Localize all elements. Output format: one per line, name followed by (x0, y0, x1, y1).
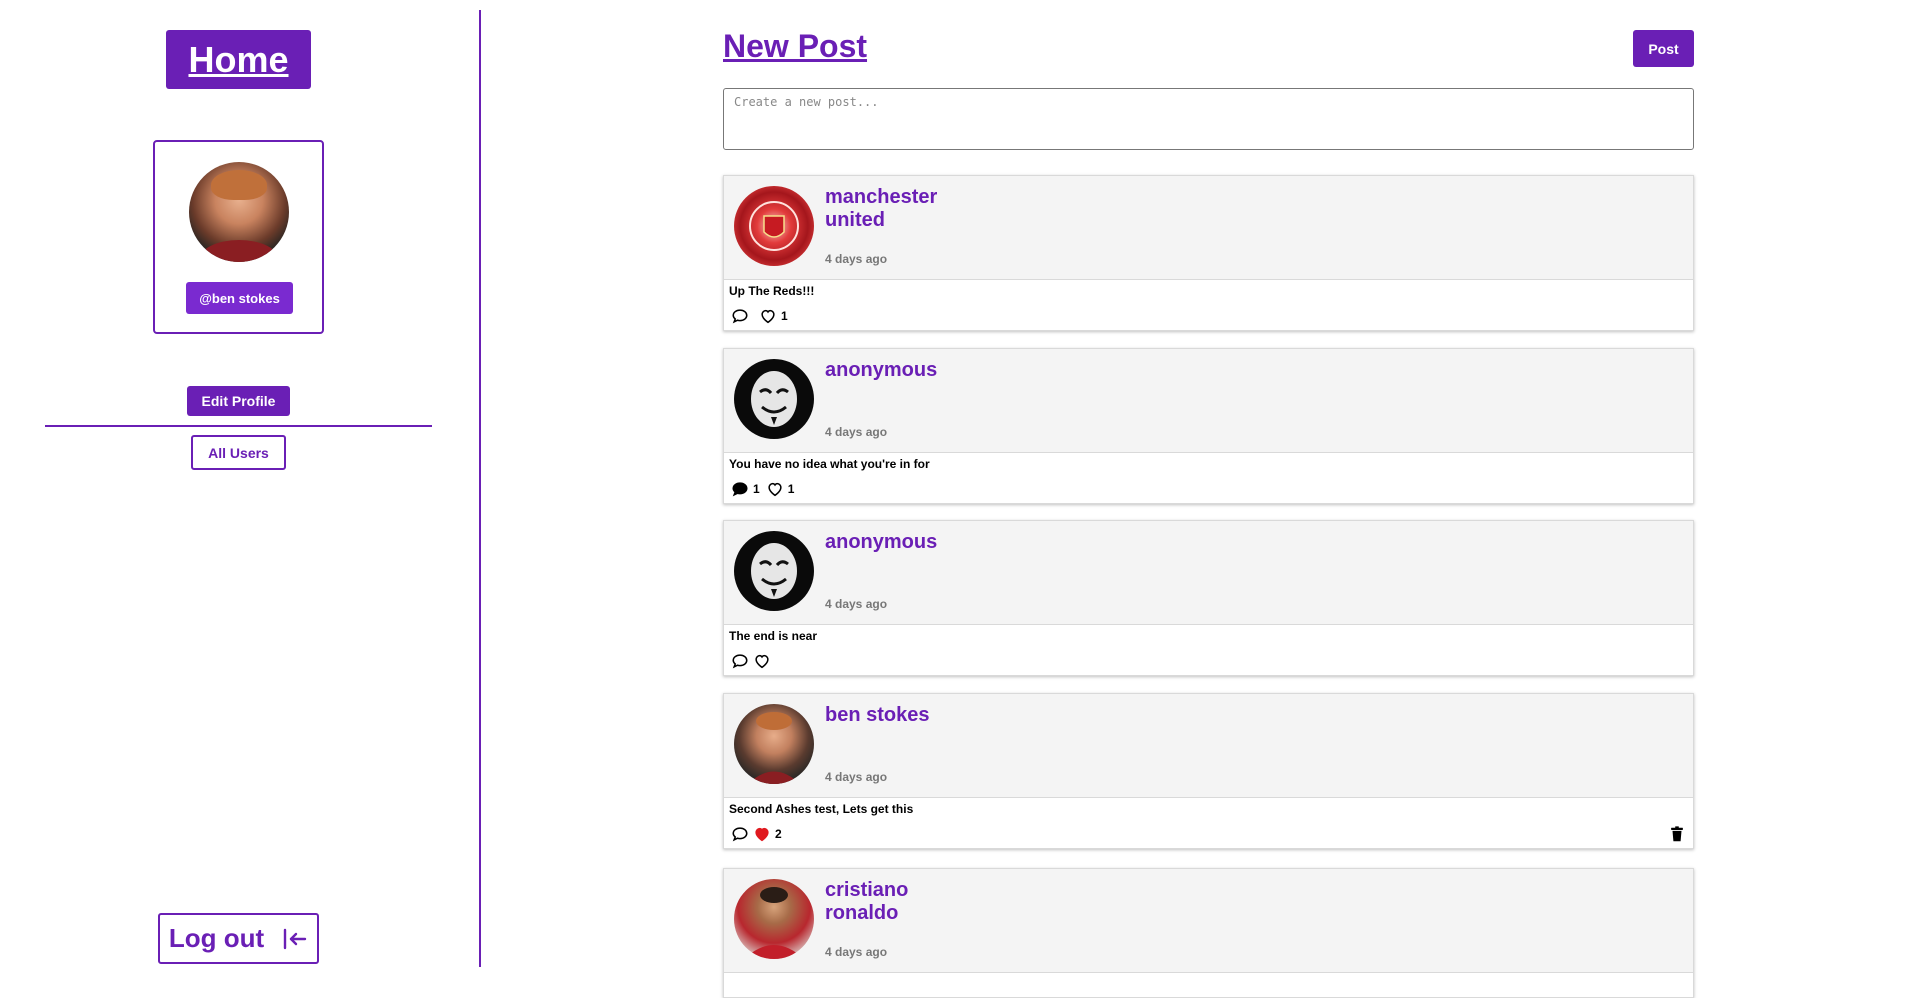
post-header: ben stokes 4 days ago (724, 694, 1693, 798)
avatar[interactable] (734, 186, 814, 266)
like-count: 1 (781, 309, 788, 323)
avatar[interactable] (734, 879, 814, 959)
post-text: The end is near (729, 629, 818, 643)
logout-icon (283, 928, 307, 949)
logout-label: Log out (168, 923, 265, 953)
post-card: cristiano ronaldo 4 days ago (723, 868, 1694, 998)
post-author[interactable]: cristiano ronaldo (825, 879, 975, 925)
post-header: cristiano ronaldo 4 days ago (724, 869, 1693, 973)
post-text: Up The Reds!!! (729, 284, 815, 298)
new-post-input[interactable] (723, 88, 1694, 150)
comment-filled-icon[interactable] (731, 480, 749, 498)
post-header: anonymous 4 days ago (724, 349, 1693, 453)
post-card: ben stokes 4 days ago Second Ashes test,… (723, 693, 1694, 849)
post-author[interactable]: ben stokes (825, 704, 975, 727)
comment-count: 1 (753, 482, 760, 496)
post-author[interactable]: anonymous (825, 531, 975, 554)
post-text: Second Ashes test, Lets get this (729, 802, 914, 816)
avatar[interactable] (189, 162, 289, 262)
trash-icon[interactable] (1668, 825, 1686, 843)
post-actions (724, 647, 1693, 675)
post-text (724, 973, 1693, 995)
post-timestamp: 4 days ago (825, 252, 888, 266)
home-button[interactable]: Home (166, 30, 311, 89)
post-timestamp: 4 days ago (825, 597, 888, 611)
post-author[interactable]: anonymous (825, 359, 975, 382)
post-timestamp: 4 days ago (825, 945, 888, 959)
comment-icon[interactable] (731, 825, 749, 843)
post-author[interactable]: manchester united (825, 186, 975, 232)
avatar[interactable] (734, 531, 814, 611)
all-users-button[interactable]: All Users (191, 435, 286, 470)
like-count: 2 (775, 827, 782, 841)
main-feed: New Post Post manchester united 4 days a… (723, 0, 1694, 998)
sidebar-separator (479, 10, 481, 967)
logout-button[interactable]: Log out (158, 913, 319, 964)
post-actions: 2 (724, 820, 1693, 848)
post-card: anonymous 4 days ago You have no idea wh… (723, 348, 1694, 504)
post-text: You have no idea what you're in for (729, 457, 930, 471)
avatar[interactable] (734, 359, 814, 439)
post-actions: 1 1 (724, 475, 1693, 503)
post-header: anonymous 4 days ago (724, 521, 1693, 625)
post-button[interactable]: Post (1633, 30, 1694, 67)
post-header: manchester united 4 days ago (724, 176, 1693, 280)
avatar[interactable] (734, 704, 814, 784)
new-post-heading[interactable]: New Post (723, 28, 867, 65)
heart-filled-icon[interactable] (753, 825, 771, 843)
sidebar: Home @ben stokes Edit Profile All Users … (0, 0, 480, 967)
edit-profile-button[interactable]: Edit Profile (187, 386, 290, 416)
heart-icon[interactable] (766, 480, 784, 498)
post-card: anonymous 4 days ago The end is near (723, 520, 1694, 676)
like-count: 1 (787, 482, 795, 496)
profile-card: @ben stokes (153, 140, 324, 334)
post-card: manchester united 4 days ago Up The Reds… (723, 175, 1694, 331)
profile-handle-button[interactable]: @ben stokes (186, 282, 293, 314)
heart-icon[interactable] (759, 307, 777, 325)
heart-icon[interactable] (753, 652, 771, 670)
post-actions: 1 (724, 302, 1693, 330)
comment-icon[interactable] (731, 652, 749, 670)
post-timestamp: 4 days ago (825, 770, 888, 784)
post-timestamp: 4 days ago (825, 425, 888, 439)
sidebar-divider (45, 425, 432, 427)
comment-icon[interactable] (731, 307, 749, 325)
